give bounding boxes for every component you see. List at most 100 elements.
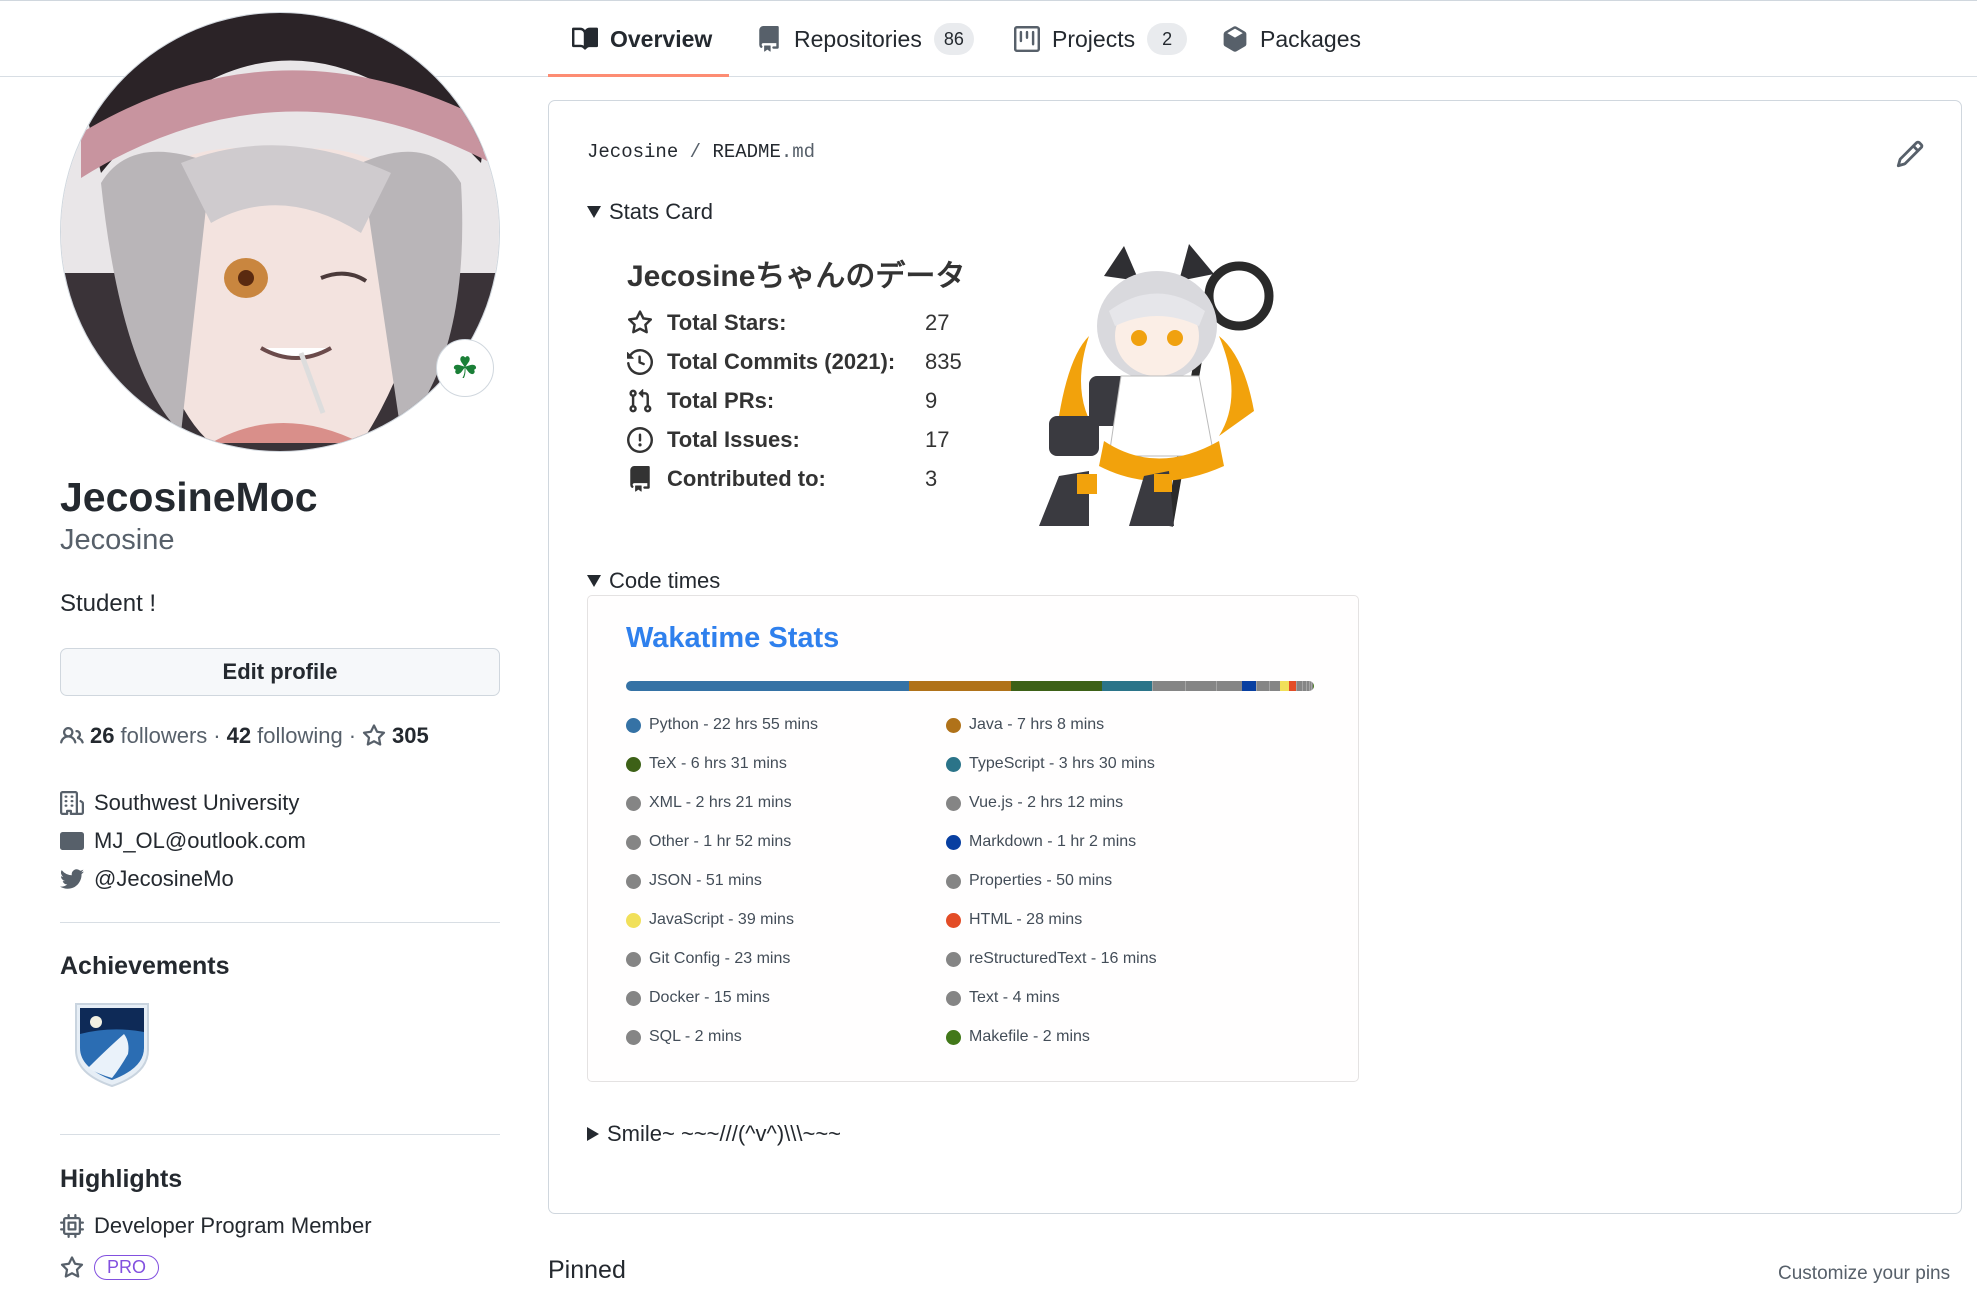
language-label: XML - 2 hrs 21 mins [649,794,792,811]
smile-summary[interactable]: Smile~ ~~~///(^v^)\\\~~~ [587,1121,841,1147]
language-bar-segment [626,681,910,691]
code-times-summary[interactable]: Code times [587,568,720,594]
developer-program-row: Developer Program Member [60,1213,372,1239]
language-item: HTML - 28 mins [946,911,1082,929]
expanded-triangle-icon [587,206,601,218]
language-label: Markdown - 1 hr 2 mins [969,833,1137,850]
language-item: Java - 7 hrs 8 mins [946,716,1104,734]
edit-profile-button[interactable]: Edit profile [60,648,500,696]
language-item: Git Config - 23 mins [626,950,790,968]
language-bar-segment [1280,681,1290,691]
achievements-heading: Achievements [60,952,230,980]
language-color-dot [626,951,641,967]
cpu-icon [60,1214,84,1238]
language-label: SQL - 2 mins [649,1028,742,1045]
pinned-heading: Pinned [548,1256,626,1284]
email-link[interactable]: MJ_OL@outlook.com [94,828,306,854]
follow-stats: 26 followers · 42 following · 305 [60,723,429,749]
language-label: Git Config - 23 mins [649,950,791,967]
tab-packages[interactable]: Packages [1222,1,1361,77]
collapsed-triangle-icon [587,1127,599,1141]
followers-link[interactable]: followers [120,723,207,749]
language-label: Java - 7 hrs 8 mins [969,716,1105,733]
stat-value: 9 [925,388,938,413]
readme-box: Jecosine / README.md Stats Card Jecosine… [548,100,1962,1214]
language-color-dot [946,756,961,772]
language-label: TypeScript - 3 hrs 30 mins [969,755,1155,772]
organization-name: Southwest University [94,790,300,815]
status-badge[interactable]: ☘ [436,339,494,397]
language-color-dot [946,717,961,733]
twitter-link[interactable]: @JecosineMo [94,866,234,892]
tab-overview[interactable]: Overview [572,1,712,77]
issue-icon [627,427,653,453]
stats-card-summary[interactable]: Stats Card [587,199,713,225]
language-progress-bar [626,681,1314,691]
history-icon [627,349,653,375]
tab-projects[interactable]: Projects 2 [1014,1,1188,77]
language-color-dot [626,756,641,772]
language-label: TeX - 6 hrs 31 mins [649,755,787,772]
selected-tab-indicator [548,74,729,77]
organization-row: Southwest University [60,790,299,816]
readme-owner[interactable]: Jecosine [587,141,678,163]
language-color-dot [946,834,961,850]
email-row: MJ_OL@outlook.com [60,828,306,854]
tab-repositories[interactable]: Repositories 86 [756,1,974,77]
profile-username: Jecosine [60,524,175,556]
mail-icon [60,832,84,850]
avatar-illustration [61,13,499,451]
pro-badge[interactable]: PRO [94,1255,160,1280]
star-icon [627,310,653,334]
tab-repositories-label: Repositories [794,25,922,52]
organization-icon [60,791,84,815]
language-color-dot [626,990,641,1006]
language-item: SQL - 2 mins [626,1028,742,1046]
projects-count: 2 [1147,23,1188,55]
stat-row-prs: Total PRs: 9 [627,388,985,414]
stat-row-issues: Total Issues: 17 [627,427,985,453]
stat-row-stars: Total Stars: 27 [627,310,985,336]
language-color-dot [626,717,641,733]
language-label: Makefile - 2 mins [969,1028,1090,1045]
language-bar-segment [1010,681,1103,691]
language-bar-segment [1268,681,1281,691]
language-item: Docker - 15 mins [626,989,770,1007]
profile-fullname: JecosineMoc [60,474,318,520]
package-icon [1223,26,1247,52]
repo-icon [759,26,779,52]
expanded-triangle-icon [587,575,601,587]
language-bar-segment [1184,681,1216,691]
language-label: JSON - 51 mins [649,872,762,889]
stat-value: 17 [925,427,950,452]
followers-count[interactable]: 26 [90,723,114,749]
star-icon [60,1255,84,1278]
pencil-icon[interactable] [1895,139,1925,169]
tab-overview-label: Overview [610,25,713,52]
twitter-row: @JecosineMo [60,866,234,892]
following-count[interactable]: 42 [227,723,251,749]
customize-pins-link[interactable]: Customize your pins [1778,1263,1950,1285]
people-icon [60,726,84,744]
achievement-badge[interactable] [68,998,156,1088]
language-bar-segment [1151,681,1185,691]
stars-count[interactable]: 305 [392,723,429,749]
stat-value: 835 [925,349,962,374]
following-link[interactable]: following [257,723,343,749]
language-item: Makefile - 2 mins [946,1028,1090,1046]
language-label: Docker - 15 mins [649,989,770,1006]
tab-projects-label: Projects [1052,25,1136,52]
readme-file-name[interactable]: README [712,141,780,163]
developer-program-label[interactable]: Developer Program Member [94,1213,372,1239]
language-item: XML - 2 hrs 21 mins [626,794,792,812]
readme-path: Jecosine / README.md [587,141,816,163]
language-color-dot [946,951,961,967]
language-item: Other - 1 hr 52 mins [626,833,791,851]
wakatime-title: Wakatime Stats [626,622,840,654]
stat-row-commits: Total Commits (2021): 835 [627,349,985,375]
language-item: JavaScript - 39 mins [626,911,794,929]
avatar[interactable] [60,12,500,452]
chibi-character-illustration [1039,244,1274,527]
language-color-dot [946,990,961,1006]
language-label: Other - 1 hr 52 mins [649,833,792,850]
